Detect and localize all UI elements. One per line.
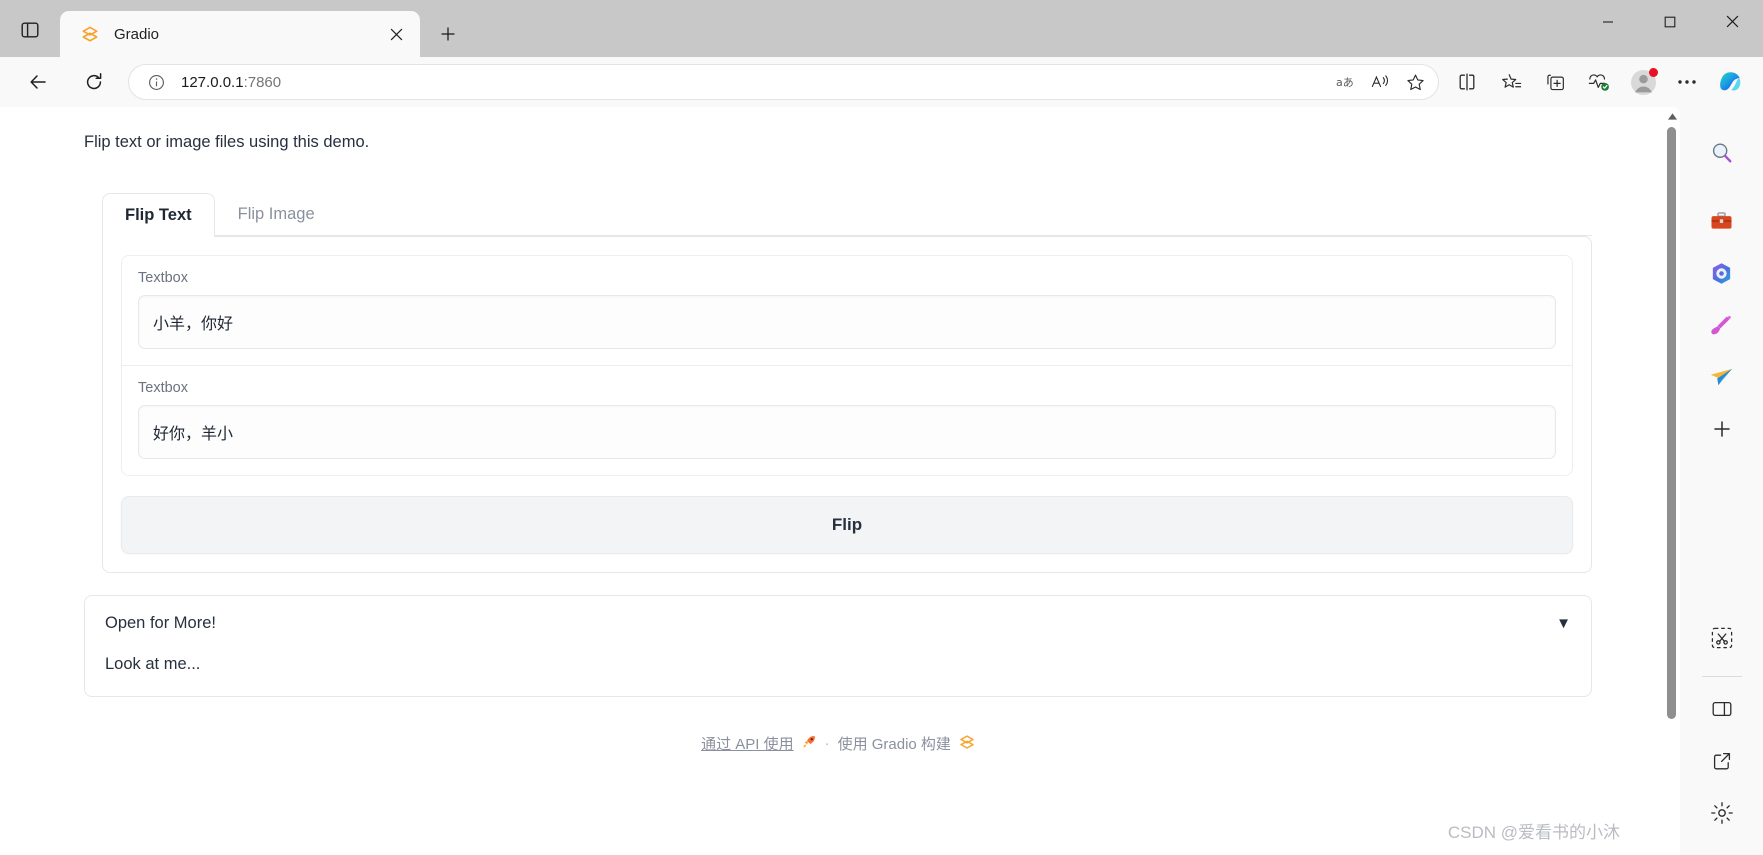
input-textbox-field: Textbox <box>122 256 1572 365</box>
translate-icon[interactable]: aあ <box>1330 67 1364 97</box>
window-controls <box>1577 0 1763 57</box>
copilot-icon[interactable] <box>1711 64 1751 100</box>
page-viewport: Flip text or image files using this demo… <box>0 107 1680 855</box>
browser-tab[interactable]: Gradio <box>60 11 420 57</box>
tab-close-icon[interactable] <box>382 20 410 48</box>
page-scrollbar[interactable] <box>1664 107 1680 855</box>
chevron-down-icon[interactable]: ▼ <box>1556 615 1571 632</box>
tab-actions-icon[interactable] <box>8 8 52 52</box>
flip-button[interactable]: Flip <box>121 496 1573 554</box>
profile-notification-badge <box>1649 68 1658 77</box>
accordion-header[interactable]: Open for More! ▼ <box>105 614 1571 633</box>
collections-icon[interactable] <box>1535 64 1575 100</box>
footer-separator: · <box>824 735 830 752</box>
rocket-icon <box>802 734 817 753</box>
output-textbox-label: Textbox <box>138 380 188 396</box>
app-description: Flip text or image files using this demo… <box>84 133 370 151</box>
tab-flip-text[interactable]: Flip Text <box>102 193 215 237</box>
built-with-gradio-text: 使用 Gradio 构建 <box>837 736 951 753</box>
tab-bar: Flip Text Flip Image <box>102 192 1592 237</box>
tab-strip: Gradio <box>0 0 1577 57</box>
scrollbar-thumb[interactable] <box>1667 127 1676 719</box>
designer-icon[interactable] <box>1702 305 1742 345</box>
open-external-icon[interactable] <box>1702 741 1742 781</box>
site-info-icon[interactable] <box>143 69 169 95</box>
edge-sidebar <box>1680 107 1763 855</box>
gradio-logo-icon <box>959 734 975 754</box>
close-window-button[interactable] <box>1701 0 1763 43</box>
maximize-button[interactable] <box>1639 0 1701 43</box>
input-textbox-label: Textbox <box>138 270 188 286</box>
url-port: :7860 <box>243 73 282 91</box>
toolbar-right-actions <box>1445 64 1753 100</box>
browser-toolbar: 127.0.0.1:7860 aあ <box>0 57 1763 107</box>
accordion-body: Look at me... <box>105 655 201 673</box>
scroll-up-arrow[interactable] <box>1664 107 1680 125</box>
add-app-icon[interactable] <box>1702 409 1742 449</box>
browser-essentials-icon[interactable] <box>1579 64 1619 100</box>
tab-title: Gradio <box>114 25 160 43</box>
split-pane-icon[interactable] <box>1702 689 1742 729</box>
browser-window: Gradio 127.0.0.1:7860 aあ Flip text or im… <box>0 0 1763 855</box>
input-textbox[interactable] <box>138 295 1556 349</box>
gradio-app: Flip text or image files using this demo… <box>0 107 1664 855</box>
accordion-title: Open for More! <box>105 614 216 632</box>
output-textbox[interactable] <box>138 405 1556 459</box>
use-via-api-link[interactable]: 通过 API 使用 <box>701 733 794 754</box>
outlook-send-icon[interactable] <box>1702 357 1742 397</box>
sidebar-divider <box>1701 676 1742 677</box>
output-textbox-field: Textbox <box>122 365 1572 475</box>
screenshot-snip-icon[interactable] <box>1702 618 1742 658</box>
minimize-button[interactable] <box>1577 0 1639 43</box>
scrollbar-track[interactable] <box>1664 125 1680 855</box>
search-icon[interactable] <box>1702 133 1742 173</box>
settings-gear-icon[interactable] <box>1702 793 1742 833</box>
settings-more-icon[interactable] <box>1667 64 1707 100</box>
tab-panel-flip-text: Textbox Textbox Flip <box>102 236 1592 573</box>
accordion: Open for More! ▼ Look at me... <box>84 595 1592 697</box>
address-bar-actions: aあ <box>1330 67 1432 97</box>
textbox-group: Textbox Textbox <box>121 255 1573 476</box>
svg-text:aあ: aあ <box>1336 76 1354 89</box>
gradio-logo-icon <box>80 24 100 44</box>
split-screen-icon[interactable] <box>1447 64 1487 100</box>
gradio-footer: 通过 API 使用 · 使用 Gradio 构建 <box>84 733 1592 754</box>
url-host: 127.0.0.1 <box>181 73 244 91</box>
address-bar[interactable]: 127.0.0.1:7860 aあ <box>128 64 1439 100</box>
new-tab-icon[interactable] <box>430 16 466 52</box>
favorite-star-icon[interactable] <box>1398 67 1432 97</box>
tab-flip-image[interactable]: Flip Image <box>215 192 338 236</box>
microsoft-365-icon[interactable] <box>1702 253 1742 293</box>
address-bar-url: 127.0.0.1:7860 <box>181 74 1330 91</box>
content-area: Flip text or image files using this demo… <box>0 107 1763 855</box>
read-aloud-icon[interactable] <box>1364 67 1398 97</box>
title-bar: Gradio <box>0 0 1763 57</box>
profile-avatar[interactable] <box>1623 64 1663 100</box>
back-button[interactable] <box>18 64 58 100</box>
tools-briefcase-icon[interactable] <box>1702 201 1742 241</box>
favorites-icon[interactable] <box>1491 64 1531 100</box>
reload-button[interactable] <box>74 64 114 100</box>
